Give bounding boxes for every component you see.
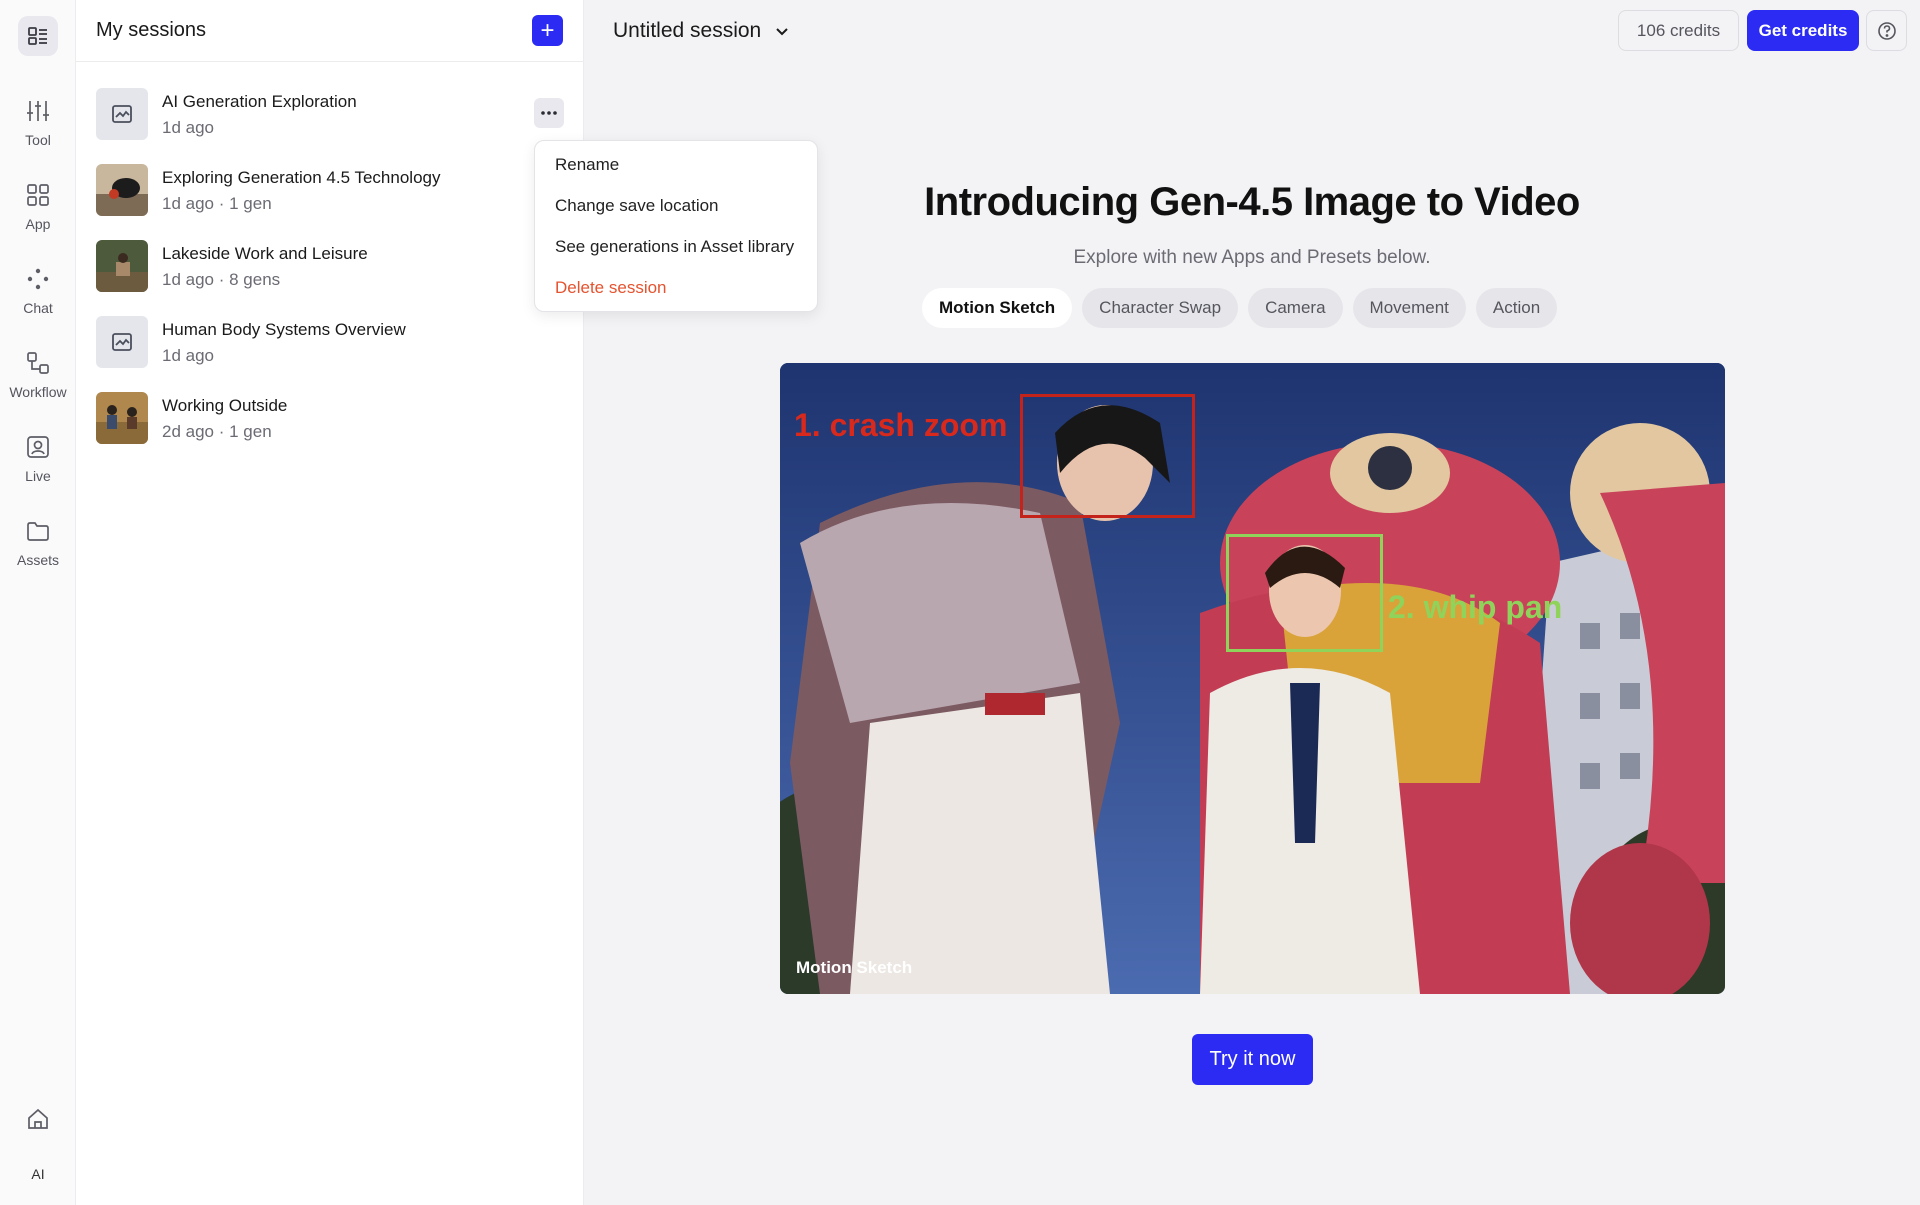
session-item[interactable]: AI Generation Exploration 1d ago bbox=[96, 88, 564, 144]
tab-camera[interactable]: Camera bbox=[1248, 288, 1343, 328]
session-title: Lakeside Work and Leisure bbox=[162, 244, 368, 263]
live-icon bbox=[27, 436, 49, 458]
sessions-panel: My sessions + AI Generation Exploration … bbox=[76, 0, 584, 1205]
session-image bbox=[96, 164, 148, 216]
session-context-menu: Rename Change save location See generati… bbox=[534, 140, 818, 312]
image-placeholder-icon bbox=[112, 105, 132, 123]
more-horizontal-icon bbox=[541, 111, 557, 115]
sliders-icon bbox=[27, 101, 49, 121]
tab-character-swap[interactable]: Character Swap bbox=[1082, 288, 1239, 328]
session-item[interactable]: Lakeside Work and Leisure 1d ago · 8 gen… bbox=[96, 240, 564, 296]
rail-label-workflow: Workflow bbox=[9, 384, 67, 400]
help-icon bbox=[1877, 21, 1896, 40]
home-icon bbox=[28, 1108, 48, 1129]
workflow-icon bbox=[27, 352, 49, 374]
rail-label-tool: Tool bbox=[25, 132, 51, 148]
menu-item-change-save-location[interactable]: Change save location bbox=[555, 196, 719, 216]
session-item[interactable]: Exploring Generation 4.5 Technology 1d a… bbox=[96, 164, 564, 220]
rail-label-chat: Chat bbox=[23, 300, 53, 316]
annotation-whip-pan: 2. whip pan bbox=[1388, 589, 1563, 625]
session-thumbnail bbox=[96, 240, 148, 292]
rail-label-assets: Assets bbox=[16, 552, 59, 568]
session-title: AI Generation Exploration bbox=[162, 92, 357, 111]
session-title: Exploring Generation 4.5 Technology bbox=[162, 168, 441, 187]
plus-icon: + bbox=[540, 16, 555, 44]
home-button[interactable] bbox=[0, 1106, 76, 1132]
chevron-down-icon bbox=[776, 27, 788, 35]
rail-item-tool[interactable]: Tool bbox=[0, 98, 76, 148]
session-thumbnail bbox=[96, 316, 148, 368]
rail-item-workflow[interactable]: Workflow bbox=[0, 350, 76, 400]
grid-icon bbox=[27, 184, 49, 206]
session-meta: 1d ago bbox=[162, 346, 214, 365]
preset-tabs: Motion Sketch Character Swap Camera Move… bbox=[922, 288, 1558, 328]
chat-dots-icon bbox=[27, 268, 49, 290]
hero-image bbox=[780, 363, 1725, 994]
panel-list-icon bbox=[28, 27, 47, 45]
get-credits-button[interactable]: Get credits bbox=[1747, 10, 1859, 51]
session-image bbox=[96, 240, 148, 292]
ai-button[interactable]: AI bbox=[0, 1166, 76, 1182]
session-meta: 1d ago bbox=[162, 118, 214, 137]
session-title: Working Outside bbox=[162, 396, 288, 415]
session-item[interactable]: Human Body Systems Overview 1d ago bbox=[96, 316, 564, 372]
session-thumbnail bbox=[96, 164, 148, 216]
hero-caption: Motion Sketch bbox=[796, 958, 913, 977]
session-name-dropdown[interactable]: Untitled session bbox=[613, 19, 789, 43]
rail-label-live: Live bbox=[25, 468, 51, 484]
session-thumbnail bbox=[96, 392, 148, 444]
session-thumbnail bbox=[96, 88, 148, 140]
tab-motion-sketch[interactable]: Motion Sketch bbox=[922, 288, 1073, 328]
try-it-now-button[interactable]: Try it now bbox=[1192, 1034, 1313, 1085]
crash-zoom-box bbox=[1020, 394, 1195, 518]
whip-pan-box bbox=[1226, 534, 1383, 652]
sessions-panel-toggle[interactable] bbox=[18, 16, 58, 56]
session-name: Untitled session bbox=[613, 19, 762, 42]
session-item[interactable]: Working Outside 2d ago · 1 gen bbox=[96, 392, 564, 448]
rail-item-assets[interactable]: Assets bbox=[0, 518, 76, 568]
session-more-button[interactable] bbox=[534, 98, 564, 128]
credits-badge: 106 credits bbox=[1618, 10, 1739, 51]
hero-preview[interactable]: 1. crash zoom 2. whip pan Motion Sketch bbox=[780, 363, 1725, 994]
tab-movement[interactable]: Movement bbox=[1352, 288, 1466, 328]
sessions-header: My sessions + bbox=[76, 0, 583, 62]
rail-label-app: App bbox=[25, 216, 51, 232]
session-meta: 2d ago · 1 gen bbox=[162, 422, 272, 441]
sessions-title: My sessions bbox=[96, 19, 207, 41]
rail-item-chat[interactable]: Chat bbox=[0, 266, 76, 316]
folder-icon bbox=[27, 522, 49, 541]
rail-item-app[interactable]: App bbox=[0, 182, 76, 232]
session-title: Human Body Systems Overview bbox=[162, 320, 406, 339]
left-rail: Tool App Chat Workflow Live Assets AI bbox=[0, 0, 76, 1205]
session-image bbox=[96, 392, 148, 444]
annotation-crash-zoom: 1. crash zoom bbox=[794, 407, 1008, 443]
rail-item-live[interactable]: Live bbox=[0, 434, 76, 484]
tab-action[interactable]: Action bbox=[1475, 288, 1558, 328]
menu-item-rename[interactable]: Rename bbox=[555, 155, 619, 175]
session-meta: 1d ago · 1 gen bbox=[162, 194, 272, 213]
image-placeholder-icon bbox=[112, 333, 132, 351]
session-meta: 1d ago · 8 gens bbox=[162, 270, 281, 289]
menu-item-see-generations[interactable]: See generations in Asset library bbox=[555, 237, 794, 257]
menu-item-delete-session[interactable]: Delete session bbox=[555, 278, 667, 298]
help-button[interactable] bbox=[1866, 10, 1907, 51]
new-session-button[interactable]: + bbox=[532, 15, 563, 46]
